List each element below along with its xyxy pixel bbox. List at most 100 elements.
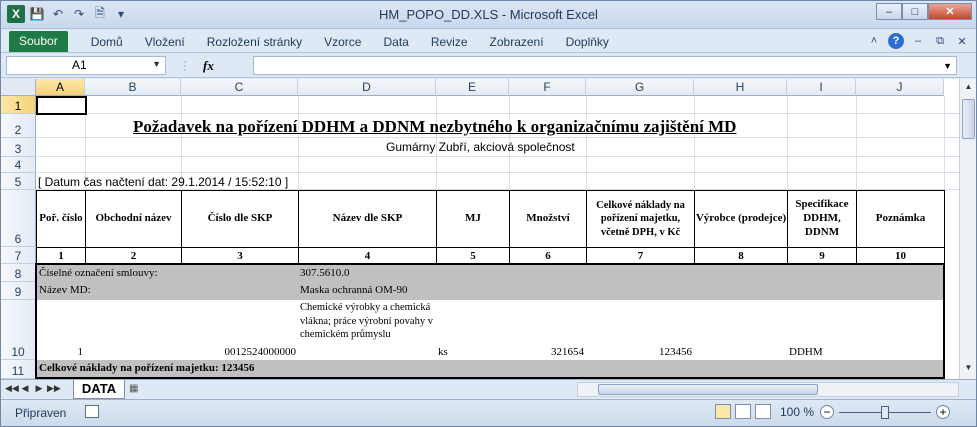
- row-header[interactable]: 3: [1, 138, 36, 157]
- workbook-restore-icon[interactable]: ⧉: [932, 33, 948, 49]
- tab-page-layout[interactable]: Rozložení stránky: [196, 32, 313, 52]
- column-header[interactable]: B: [85, 79, 181, 96]
- row-header[interactable]: 11: [1, 360, 36, 379]
- header-cell[interactable]: Celkové náklady na pořízení majetku, vče…: [586, 190, 695, 248]
- data-cell-g10[interactable]: 123456: [586, 300, 695, 361]
- prev-sheet-icon[interactable]: ◀: [19, 383, 31, 394]
- horizontal-scroll-thumb[interactable]: [598, 384, 818, 395]
- zoom-level[interactable]: 100 %: [780, 405, 814, 419]
- header-cell[interactable]: Název dle SKP: [298, 190, 437, 248]
- row-header[interactable]: 2: [1, 114, 36, 138]
- formula-bar-separator-icon: ⋮: [179, 58, 191, 73]
- page-layout-view-icon[interactable]: [735, 404, 751, 419]
- row-header[interactable]: 4: [1, 157, 36, 173]
- data-cell-i10[interactable]: DDHM: [787, 300, 857, 361]
- first-sheet-icon[interactable]: ◀◀: [5, 383, 19, 394]
- header-cell[interactable]: Poznámka: [856, 190, 945, 248]
- maximize-button[interactable]: □: [902, 3, 928, 20]
- scroll-down-icon[interactable]: ▼: [962, 363, 975, 376]
- data-cell-e10[interactable]: ks: [436, 300, 510, 361]
- column-header[interactable]: A: [36, 79, 85, 96]
- column-header[interactable]: D: [298, 79, 436, 96]
- data-cell-b10[interactable]: [85, 300, 182, 361]
- last-sheet-icon[interactable]: ▶▶: [47, 383, 61, 394]
- row-header[interactable]: 10: [1, 300, 36, 360]
- header-cell[interactable]: Výrobce (prodejce): [694, 190, 788, 248]
- data-cell-c10[interactable]: 0012524000000: [181, 300, 299, 361]
- formula-bar: A1 ▼ ⋮ fx ▼: [1, 54, 976, 78]
- macro-record-icon[interactable]: [85, 405, 99, 418]
- tab-data[interactable]: Data: [372, 32, 419, 52]
- data-cell-a10[interactable]: 1: [37, 300, 86, 361]
- column-header[interactable]: G: [586, 79, 694, 96]
- header-cell[interactable]: Specifikace DDHM, DDNM: [787, 190, 857, 248]
- header-cell[interactable]: Poř. číslo: [36, 190, 86, 248]
- zoom-out-icon[interactable]: −: [820, 405, 834, 419]
- column-header[interactable]: F: [509, 79, 586, 96]
- ribbon-tabs: Soubor Domů Vložení Rozložení stránky Vz…: [1, 29, 976, 53]
- row-header[interactable]: 8: [1, 264, 36, 282]
- row-header[interactable]: 7: [1, 247, 36, 264]
- zoom-in-icon[interactable]: +: [936, 405, 950, 419]
- scroll-up-icon[interactable]: ▲: [962, 82, 975, 95]
- md-value[interactable]: Maska ochranná OM-90: [298, 282, 943, 301]
- gridline: [298, 96, 299, 190]
- excel-window: X 💾 ↶ ↷ 🗎 ▾ HM_POPO_DD.XLS - Microsoft E…: [0, 0, 977, 427]
- header-cell[interactable]: Obchodní název: [85, 190, 182, 248]
- header-cell[interactable]: Množství: [509, 190, 587, 248]
- tab-home[interactable]: Domů: [80, 32, 134, 52]
- tab-addins[interactable]: Doplňky: [555, 32, 620, 52]
- column-header[interactable]: J: [856, 79, 944, 96]
- tab-view[interactable]: Zobrazení: [479, 32, 555, 52]
- column-header[interactable]: E: [436, 79, 509, 96]
- header-cell[interactable]: Číslo dle SKP: [181, 190, 299, 248]
- help-icon[interactable]: ?: [888, 33, 904, 49]
- vertical-scrollbar[interactable]: ▲ ▼: [959, 79, 976, 379]
- row-header[interactable]: 9: [1, 282, 36, 300]
- chevron-down-icon[interactable]: ▼: [152, 59, 161, 69]
- column-header[interactable]: C: [181, 79, 298, 96]
- horizontal-scrollbar[interactable]: [577, 382, 959, 397]
- normal-view-icon[interactable]: [715, 404, 731, 419]
- column-header[interactable]: I: [787, 79, 856, 96]
- formula-input[interactable]: ▼: [253, 56, 957, 75]
- header-cell[interactable]: MJ: [436, 190, 510, 248]
- insert-sheet-icon[interactable]: ▦: [129, 383, 147, 397]
- data-cell-d10[interactable]: Chemické výrobky a chemická vlákna; prác…: [298, 300, 437, 361]
- load-timestamp: [ Datum čas načtení dat: 29.1.2014 / 15:…: [38, 175, 289, 189]
- vertical-scroll-thumb[interactable]: [962, 99, 975, 139]
- minimize-ribbon-icon[interactable]: ˄: [866, 33, 882, 49]
- row-header[interactable]: 5: [1, 173, 36, 190]
- data-cell-f10[interactable]: 321654: [509, 300, 587, 361]
- gridline: [856, 96, 857, 190]
- worksheet-grid[interactable]: A B C D E F G H I J 1 2 3 4 5 6 7 8 9 10…: [1, 79, 959, 379]
- total-cost-row[interactable]: Celkové náklady na pořízení majetku: 123…: [37, 360, 943, 377]
- row-header[interactable]: 6: [1, 190, 36, 247]
- column-header[interactable]: H: [694, 79, 787, 96]
- tab-review[interactable]: Revize: [420, 32, 479, 52]
- name-box[interactable]: A1 ▼: [6, 56, 166, 75]
- data-cell-j10[interactable]: [856, 300, 943, 361]
- gridline: [694, 96, 695, 190]
- active-cell-a1[interactable]: [36, 96, 87, 115]
- insert-function-icon[interactable]: fx: [203, 58, 214, 74]
- row-header[interactable]: 1: [1, 96, 36, 114]
- zoom-slider-thumb[interactable]: [881, 406, 889, 419]
- data-cell-h10[interactable]: [694, 300, 788, 361]
- minimize-button[interactable]: –: [876, 3, 902, 20]
- close-button[interactable]: ✕: [928, 3, 972, 20]
- md-label[interactable]: Název MD:: [37, 282, 299, 301]
- contract-value[interactable]: 307.5610.0: [298, 265, 943, 283]
- tab-file[interactable]: Soubor: [9, 31, 68, 52]
- page-break-view-icon[interactable]: [755, 404, 771, 419]
- tab-insert[interactable]: Vložení: [134, 32, 196, 52]
- contract-label[interactable]: Číselné označení smlouvy:: [37, 265, 299, 283]
- next-sheet-icon[interactable]: ▶: [33, 383, 45, 394]
- workbook-close-icon[interactable]: ✕: [954, 33, 970, 49]
- sheet-tab-data[interactable]: DATA: [73, 380, 125, 399]
- tab-formulas[interactable]: Vzorce: [313, 32, 372, 52]
- workbook-minimize-icon[interactable]: –: [910, 33, 926, 49]
- expand-formula-icon[interactable]: ▼: [943, 61, 952, 71]
- gridline: [36, 137, 959, 138]
- select-all-corner[interactable]: [1, 79, 36, 96]
